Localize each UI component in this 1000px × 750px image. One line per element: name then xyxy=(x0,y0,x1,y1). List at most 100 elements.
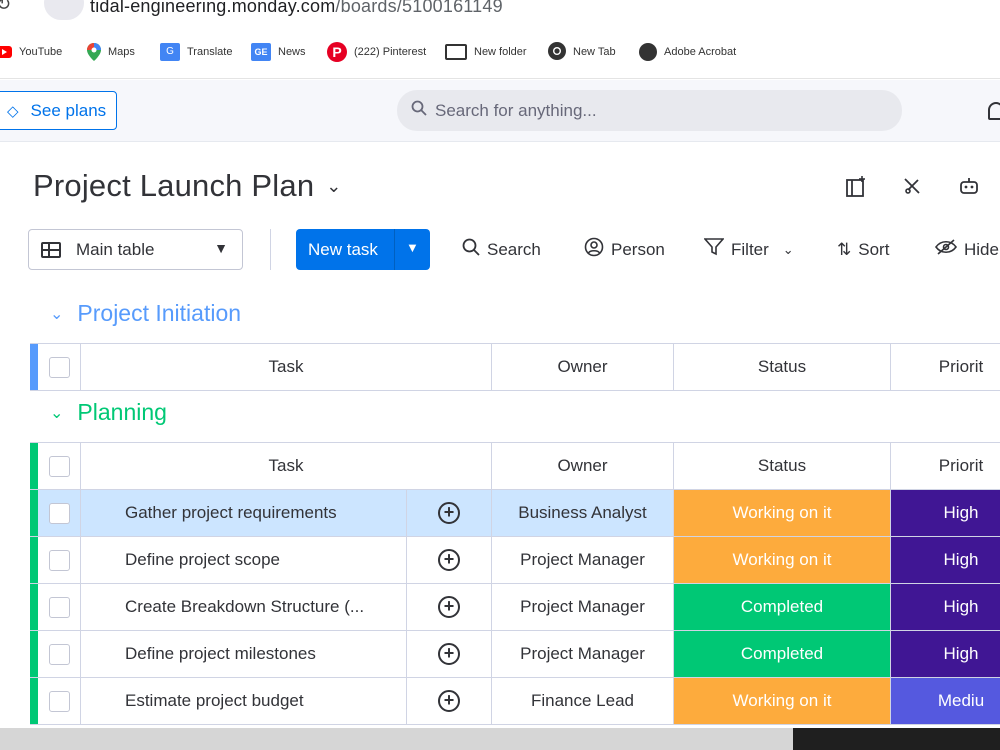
bookmark-youtube[interactable]: YouTube xyxy=(0,41,62,63)
bookmark-translate[interactable]: G Translate xyxy=(160,41,232,63)
search-button[interactable]: Search xyxy=(462,229,541,270)
table-header-row: Task Owner Status Priorit xyxy=(30,443,1000,490)
see-plans-label: See plans xyxy=(30,100,107,120)
owner-cell[interactable]: Finance Lead xyxy=(492,678,674,724)
status-cell[interactable]: Working on it xyxy=(674,537,891,583)
sort-button[interactable]: ⇅ Sort xyxy=(837,229,889,270)
priority-cell[interactable]: Mediu xyxy=(891,678,1000,724)
group-title-text: Project Initiation xyxy=(77,300,242,326)
column-header-status[interactable]: Status xyxy=(674,344,891,390)
row-checkbox[interactable] xyxy=(48,596,70,618)
row-select-cell xyxy=(38,537,81,583)
priority-cell[interactable]: High xyxy=(891,537,1000,583)
column-header-status[interactable]: Status xyxy=(674,443,891,489)
automations-robot-icon[interactable] xyxy=(958,176,980,202)
app-header: ◇ See plans Search for anything... xyxy=(0,80,1000,142)
column-header-priority[interactable]: Priorit xyxy=(891,344,1000,390)
translate-icon: G xyxy=(160,43,180,61)
updates-cell[interactable]: + xyxy=(407,631,492,677)
add-update-icon[interactable]: + xyxy=(438,596,460,618)
column-header-task[interactable]: Task xyxy=(81,443,492,489)
table-row[interactable]: Create Breakdown Structure (... + Projec… xyxy=(30,584,1000,631)
url-text[interactable]: tidal-engineering.monday.com/boards/5100… xyxy=(90,0,503,17)
person-filter-button[interactable]: Person xyxy=(584,229,665,270)
split-divider xyxy=(394,229,395,270)
bookmark-new-tab[interactable]: New Tab xyxy=(548,41,616,63)
table-row[interactable]: Define project scope + Project Manager W… xyxy=(30,537,1000,584)
filter-button[interactable]: Filter ⌄ xyxy=(703,229,794,270)
updates-cell[interactable]: + xyxy=(407,490,492,536)
status-cell[interactable]: Working on it xyxy=(674,490,891,536)
chevron-down-icon[interactable]: ⌄ xyxy=(783,242,794,258)
reload-icon[interactable]: ↻ xyxy=(0,0,11,15)
bell-icon[interactable] xyxy=(988,102,1000,120)
owner-cell[interactable]: Project Manager xyxy=(492,631,674,677)
row-checkbox[interactable] xyxy=(48,643,70,665)
owner-cell[interactable]: Business Analyst xyxy=(492,490,674,536)
select-all-checkbox[interactable] xyxy=(48,455,70,477)
hide-button[interactable]: Hide xyxy=(935,229,999,270)
status-cell[interactable]: Completed xyxy=(674,631,891,677)
updates-cell[interactable]: + xyxy=(407,678,492,724)
see-plans-button[interactable]: ◇ See plans xyxy=(0,91,117,130)
row-checkbox[interactable] xyxy=(48,549,70,571)
table-row[interactable]: Gather project requirements + Business A… xyxy=(30,490,1000,537)
group-title-project-initiation[interactable]: ⌄ Project Initiation xyxy=(50,300,241,327)
hide-label: Hide xyxy=(964,239,999,259)
group-title-planning[interactable]: ⌄ Planning xyxy=(50,399,167,426)
task-name-cell[interactable]: Create Breakdown Structure (... xyxy=(81,584,407,630)
sidekick-icon[interactable] xyxy=(845,176,867,204)
url-path: /boards/5100161149 xyxy=(335,0,503,16)
priority-cell[interactable]: High xyxy=(891,584,1000,630)
owner-cell[interactable]: Project Manager xyxy=(492,584,674,630)
owner-cell[interactable]: Project Manager xyxy=(492,537,674,583)
row-checkbox[interactable] xyxy=(48,502,70,524)
folder-icon xyxy=(445,44,467,60)
site-settings-icon[interactable] xyxy=(44,0,84,20)
add-update-icon[interactable]: + xyxy=(438,549,460,571)
board-title[interactable]: Project Launch Plan ⌄ xyxy=(33,168,342,204)
bookmark-news[interactable]: GE News xyxy=(251,41,306,63)
table-row[interactable]: Estimate project budget + Finance Lead W… xyxy=(30,678,1000,725)
status-cell[interactable]: Working on it xyxy=(674,678,891,724)
column-header-owner[interactable]: Owner xyxy=(492,443,674,489)
task-name-cell[interactable]: Define project milestones xyxy=(81,631,407,677)
column-header-task[interactable]: Task xyxy=(81,344,492,390)
status-cell[interactable]: Completed xyxy=(674,584,891,630)
table-row[interactable]: Define project milestones + Project Mana… xyxy=(30,631,1000,678)
new-task-label: New task xyxy=(308,239,378,259)
group-color-bar xyxy=(30,344,38,390)
task-name-cell[interactable]: Gather project requirements xyxy=(81,490,407,536)
integrations-icon[interactable] xyxy=(902,176,922,202)
chevron-down-icon: ▼ xyxy=(214,240,228,256)
add-update-icon[interactable]: + xyxy=(438,502,460,524)
bookmark-maps[interactable]: Maps xyxy=(87,41,135,63)
search-placeholder: Search for anything... xyxy=(435,100,597,120)
task-name-cell[interactable]: Define project scope xyxy=(81,537,407,583)
select-all-checkbox[interactable] xyxy=(48,356,70,378)
task-name-cell[interactable]: Estimate project budget xyxy=(81,678,407,724)
column-header-owner[interactable]: Owner xyxy=(492,344,674,390)
bookmark-pinterest[interactable]: P (222) Pinterest xyxy=(327,41,426,63)
global-search-input[interactable]: Search for anything... xyxy=(397,90,902,131)
priority-cell[interactable]: High xyxy=(891,631,1000,677)
row-checkbox[interactable] xyxy=(48,690,70,712)
bookmark-new-folder[interactable]: New folder xyxy=(445,41,527,63)
bookmark-adobe-acrobat[interactable]: Adobe Acrobat xyxy=(639,41,736,63)
os-taskbar xyxy=(0,728,1000,750)
view-selector[interactable]: Main table ▼ xyxy=(28,229,243,270)
bookmark-label: Adobe Acrobat xyxy=(664,46,737,58)
add-update-icon[interactable]: + xyxy=(438,690,460,712)
table-header-row: Task Owner Status Priorit xyxy=(30,344,1000,391)
updates-cell[interactable]: + xyxy=(407,537,492,583)
column-header-priority[interactable]: Priorit xyxy=(891,443,1000,489)
updates-cell[interactable]: + xyxy=(407,584,492,630)
priority-cell[interactable]: High xyxy=(891,490,1000,536)
chevron-down-icon[interactable]: ⌄ xyxy=(50,403,63,423)
row-select-cell xyxy=(38,678,81,724)
chevron-down-icon[interactable]: ⌄ xyxy=(50,304,63,324)
new-task-dropdown-icon[interactable]: ▼ xyxy=(406,240,419,255)
add-update-icon[interactable]: + xyxy=(438,643,460,665)
new-task-button[interactable]: New task ▼ xyxy=(296,229,430,270)
chevron-down-icon[interactable]: ⌄ xyxy=(326,176,341,197)
